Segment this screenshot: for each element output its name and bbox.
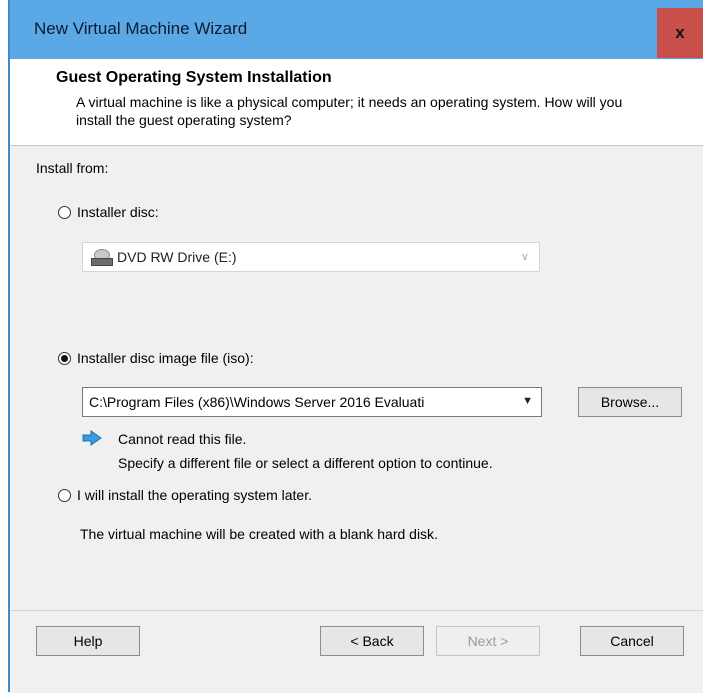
chevron-down-icon[interactable]: ▼ — [522, 395, 533, 407]
iso-path-combobox[interactable]: C:\Program Files (x86)\Windows Server 20… — [82, 387, 542, 417]
title-bar[interactable]: New Virtual Machine Wizard x — [10, 0, 703, 59]
close-button[interactable]: x — [657, 8, 703, 58]
chevron-down-icon: ∨ — [520, 251, 529, 263]
drive-select[interactable]: DVD RW Drive (E:) ∨ — [82, 242, 540, 272]
next-button[interactable]: Next > — [436, 626, 540, 656]
help-button[interactable]: Help — [36, 626, 140, 656]
wizard-header: Guest Operating System Installation A vi… — [10, 59, 703, 146]
wizard-window: New Virtual Machine Wizard x Guest Opera… — [8, 0, 703, 693]
drive-select-value: DVD RW Drive (E:) — [117, 249, 237, 265]
info-arrow-icon — [82, 430, 102, 446]
iso-path-value: C:\Program Files (x86)\Windows Server 20… — [89, 394, 425, 410]
wizard-footer: Help < Back Next > Cancel — [10, 610, 703, 693]
install-later-description: The virtual machine will be created with… — [80, 526, 438, 542]
warning-line-2: Specify a different file or select a dif… — [118, 455, 493, 471]
installer-disc-label: Installer disc: — [77, 204, 159, 220]
warning-line-1: Cannot read this file. — [118, 431, 247, 447]
installer-disc-option[interactable]: Installer disc: — [58, 204, 159, 220]
browse-button[interactable]: Browse... — [578, 387, 682, 417]
installer-disc-radio[interactable] — [58, 205, 71, 219]
install-later-option[interactable]: I will install the operating system late… — [58, 487, 312, 503]
page-description: A virtual machine is like a physical com… — [76, 94, 623, 128]
page-title: Guest Operating System Installation — [56, 69, 332, 86]
wizard-content: Install from: Installer disc: DVD RW Dri… — [10, 146, 703, 610]
iso-radio[interactable] — [58, 351, 71, 365]
install-later-radio[interactable] — [58, 488, 71, 502]
window-title: New Virtual Machine Wizard — [34, 19, 248, 38]
install-later-label: I will install the operating system late… — [77, 487, 312, 503]
dvd-drive-icon — [91, 249, 113, 266]
iso-label: Installer disc image file (iso): — [77, 350, 254, 366]
install-from-label: Install from: — [36, 160, 109, 176]
iso-option[interactable]: Installer disc image file (iso): — [58, 350, 254, 366]
cancel-button[interactable]: Cancel — [580, 626, 684, 656]
back-button[interactable]: < Back — [320, 626, 424, 656]
